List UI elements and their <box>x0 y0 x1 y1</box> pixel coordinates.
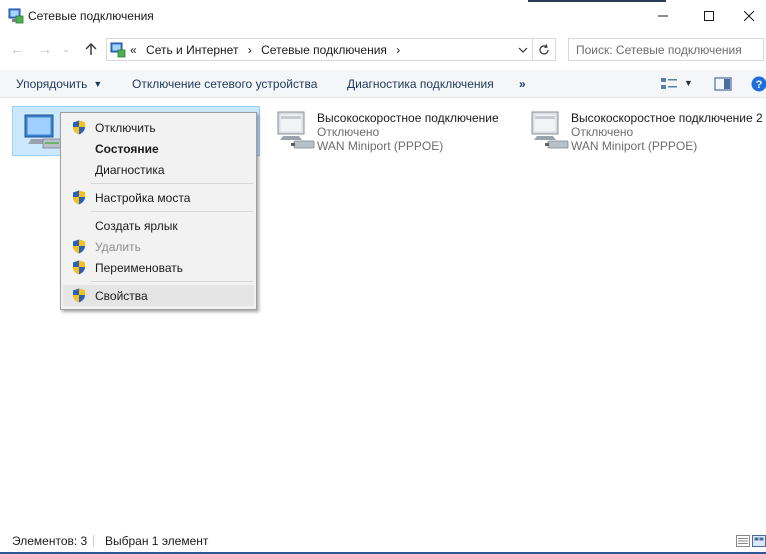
menu-item-disconnect[interactable]: Отключить <box>63 117 254 138</box>
change-view-icon[interactable] <box>660 76 678 92</box>
breadcrumb-overflow[interactable]: « <box>130 43 137 57</box>
breadcrumb-separator-icon[interactable]: › <box>248 43 252 57</box>
menu-item-label: Отключить <box>95 121 156 135</box>
breadcrumb-item-network-internet[interactable]: Сеть и Интернет <box>146 43 238 57</box>
connection-name: Высокоскоростное подключение 2 <box>571 111 763 125</box>
menu-item-label: Переименовать <box>95 261 183 275</box>
chevron-down-icon: ⌄ <box>62 43 70 54</box>
disconnect-device-button[interactable]: Отключение сетевого устройства <box>132 77 317 91</box>
breadcrumb: « Сеть и Интернет › Сетевые подключения … <box>130 43 406 57</box>
menu-divider <box>91 211 253 212</box>
uac-shield-icon <box>73 239 85 254</box>
details-view-icon[interactable] <box>736 535 750 547</box>
more-commands-button[interactable]: » <box>519 77 526 91</box>
back-button[interactable]: ← <box>8 40 26 58</box>
search-input[interactable] <box>569 39 763 60</box>
menu-item-label: Удалить <box>95 240 141 254</box>
uac-shield-icon <box>73 190 85 205</box>
search-box[interactable] <box>568 38 764 61</box>
connection-item-broadband-2[interactable]: Высокоскоростное подключение 2 Отключено… <box>520 106 766 156</box>
menu-item-label: Диагностика <box>95 163 165 177</box>
navigation-row: ← → ⌄ « Сеть и Интернет › Сетевые подклю… <box>0 32 766 68</box>
network-adapter-icon <box>24 114 62 149</box>
menu-item-label: Свойства <box>95 289 148 303</box>
breadcrumb-separator-icon[interactable]: › <box>396 43 400 57</box>
status-bar: Элементов: 3 Выбран 1 элемент <box>0 530 766 552</box>
arrow-up-icon <box>85 43 97 55</box>
breadcrumb-item-network-connections[interactable]: Сетевые подключения <box>261 43 387 57</box>
uac-shield-icon <box>73 288 85 303</box>
selection-count: Выбран 1 элемент <box>105 534 209 548</box>
up-button[interactable] <box>82 40 100 58</box>
address-dropdown-button[interactable] <box>515 41 531 59</box>
maximize-icon <box>704 11 714 21</box>
address-divider <box>532 39 533 60</box>
svg-text:?: ? <box>756 79 763 91</box>
chevron-down-icon <box>518 47 528 53</box>
menu-item-label: Настройка моста <box>95 191 191 205</box>
menu-item-rename[interactable]: Переименовать <box>63 257 254 278</box>
command-bar: Упорядочить ▼ Отключение сетевого устройс… <box>0 70 766 98</box>
caret-down-icon: ▼ <box>93 79 103 89</box>
menu-item-label: Создать ярлык <box>95 219 178 233</box>
refresh-icon <box>539 44 549 55</box>
context-menu: Отключить Состояние Диагностика Настройк… <box>60 112 257 310</box>
help-icon[interactable]: ? <box>750 76 766 92</box>
broadband-connection-icon <box>277 111 315 149</box>
minimize-button[interactable] <box>640 0 686 32</box>
title-bar: Сетевые подключения <box>0 0 766 32</box>
connection-name: Высокоскоростное подключение <box>317 111 499 125</box>
connection-status: Отключено <box>317 125 380 139</box>
arrow-right-icon: → <box>38 41 52 57</box>
large-icons-view-icon[interactable] <box>752 535 766 547</box>
close-button[interactable] <box>732 0 766 32</box>
menu-divider <box>91 183 253 184</box>
close-icon <box>744 11 754 21</box>
connection-item-broadband[interactable]: Высокоскоростное подключение Отключено W… <box>266 106 514 156</box>
refresh-button[interactable] <box>535 41 553 59</box>
connection-status: Отключено <box>571 125 634 139</box>
menu-item-properties[interactable]: Свойства <box>63 285 254 306</box>
status-divider <box>93 535 94 547</box>
menu-item-delete[interactable]: Удалить <box>63 236 254 257</box>
menu-item-create-shortcut[interactable]: Создать ярлык <box>63 215 254 236</box>
connection-device: WAN Miniport (PPPOE) <box>317 139 444 153</box>
minimize-icon <box>658 15 668 17</box>
menu-item-diagnose[interactable]: Диагностика <box>63 159 254 180</box>
menu-divider <box>91 281 253 282</box>
network-connections-icon <box>8 8 24 24</box>
uac-shield-icon <box>73 120 85 135</box>
view-options-dropdown[interactable]: ▼ <box>684 78 694 94</box>
window-title: Сетевые подключения <box>28 9 154 23</box>
uac-shield-icon <box>73 260 85 275</box>
menu-item-status[interactable]: Состояние <box>63 138 254 159</box>
broadband-connection-icon <box>531 111 569 149</box>
menu-item-bridge[interactable]: Настройка моста <box>63 187 254 208</box>
arrow-left-icon: ← <box>10 41 24 57</box>
maximize-button[interactable] <box>686 0 732 32</box>
diagnose-connection-button[interactable]: Диагностика подключения <box>347 77 494 91</box>
recent-locations-button[interactable]: ⌄ <box>60 40 72 58</box>
connection-device: WAN Miniport (PPPOE) <box>571 139 698 153</box>
address-bar[interactable]: « Сеть и Интернет › Сетевые подключения … <box>106 38 556 61</box>
organize-label: Упорядочить <box>16 77 88 91</box>
item-count: Элементов: 3 <box>12 534 88 548</box>
preview-pane-icon[interactable] <box>714 76 732 92</box>
forward-button[interactable]: → <box>36 40 54 58</box>
network-connections-icon <box>110 42 126 58</box>
organize-button[interactable]: Упорядочить ▼ <box>16 77 102 91</box>
menu-item-label: Состояние <box>95 142 159 156</box>
